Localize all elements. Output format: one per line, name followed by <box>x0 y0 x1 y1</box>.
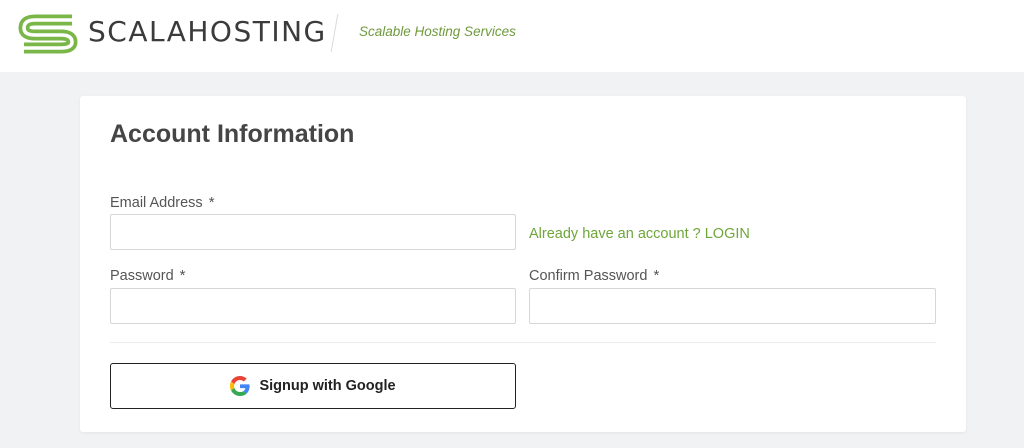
scalahosting-logo-icon[interactable] <box>18 11 78 54</box>
email-label-text: Email Address <box>110 195 203 211</box>
password-label-text: Password <box>110 268 174 284</box>
signup-with-google-button[interactable]: Signup with Google <box>110 363 516 409</box>
email-label: Email Address * <box>110 194 215 212</box>
page-title: Account Information <box>110 120 355 148</box>
confirm-password-label-text: Confirm Password <box>529 268 648 284</box>
signup-with-google-label: Signup with Google <box>259 378 396 394</box>
brand-name[interactable]: SCALAHOSTING <box>88 14 327 50</box>
password-required-marker: * <box>179 267 186 284</box>
confirm-password-label: Confirm Password * <box>529 267 659 285</box>
header-divider <box>330 14 339 52</box>
confirm-password-input[interactable] <box>529 288 936 324</box>
google-icon <box>230 376 251 396</box>
login-link[interactable]: Already have an account ? LOGIN <box>529 225 750 243</box>
account-information-card: Account Information Email Address * Alrea… <box>80 96 966 432</box>
password-label: Password * <box>110 267 186 285</box>
top-header: SCALAHOSTING Scalable Hosting Services <box>0 0 1024 72</box>
brand-tagline: Scalable Hosting Services <box>359 24 516 39</box>
form-divider <box>110 342 936 343</box>
email-input[interactable] <box>110 214 516 250</box>
confirm-password-required-marker: * <box>653 267 660 284</box>
email-required-marker: * <box>208 194 215 211</box>
password-input[interactable] <box>110 288 516 324</box>
